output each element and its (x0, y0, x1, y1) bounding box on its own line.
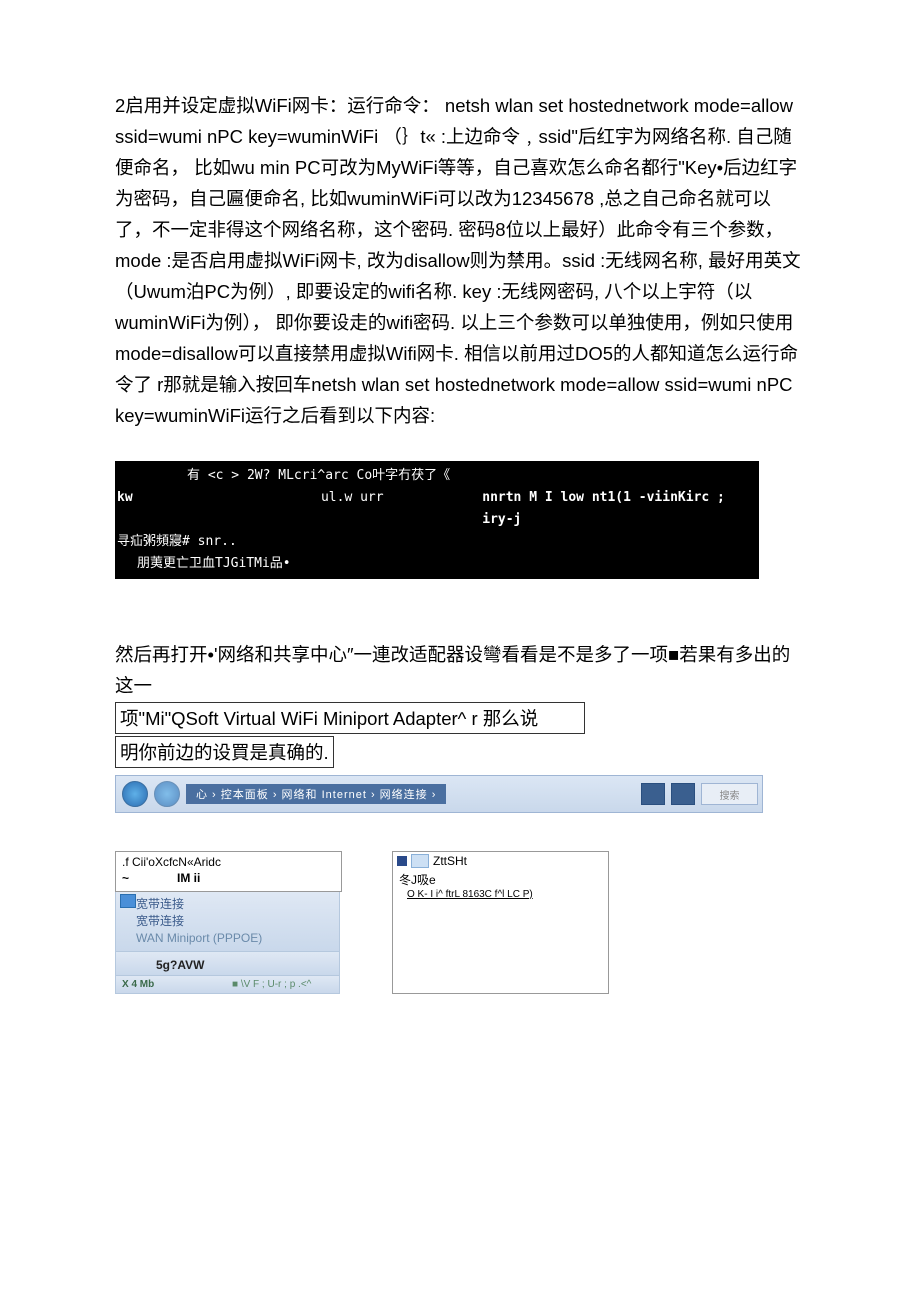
terminal-line-3: 寻疝粥頻寢# snr.. (117, 531, 757, 553)
adapter-broadband[interactable]: 宽带连接 宽带连接 WAN Miniport (PPPOE) (115, 892, 340, 952)
forward-button[interactable] (154, 781, 180, 807)
adapter-icon (411, 854, 429, 868)
adapter-5g-label: 5g?AVW (156, 958, 204, 972)
broadband-line2: 宽带连接 (136, 913, 333, 930)
terminal-col-c: nnrtn M I low nt1(1 -viinKirc ; iry-j (482, 487, 757, 531)
adapter-status-row: X 4 Mb ■ \V F ; U-r ; p .<^ (115, 976, 340, 994)
adapter1-tilde: ~ (122, 871, 177, 885)
back-button[interactable] (122, 781, 148, 807)
adapter1-imii: IM ii (177, 871, 200, 885)
adapter-box-2[interactable]: ZttSHt 冬J吸e O K- I i^ ftrL 8163C f^l LC … (392, 851, 609, 994)
terminal-line-2: kw ul.w urr nnrtn M I low nt1(1 -viinKir… (117, 487, 757, 531)
network-adapters-area: .f Cii'oXcfcN«Aridc ~ IM ii 宽带连接 宽带连接 WA… (115, 851, 755, 994)
adapter2-row3: O K- I i^ ftrL 8163C f^l LC P) (393, 889, 608, 902)
boxed-text-1: 项"Mi"QSoft Virtual WiFi Miniport Adapter… (115, 702, 585, 734)
monitor-icon (120, 894, 136, 908)
terminal-line-4: 朋荑更亡卫血TJGiTMi品• (117, 553, 757, 575)
explorer-address-bar: 心 › 控本面板 › 网络和 Internet › 网络连接 › 搜索 (115, 775, 763, 813)
terminal-output: 有 <c > 2W? MLcri^arc Co叶字冇茯了《 kw ul.w ur… (115, 461, 759, 579)
adapter-box-1[interactable]: .f Cii'oXcfcN«Aridc ~ IM ii (115, 851, 342, 892)
paragraph-2: 然后再打开•'网络和共享中心″一連改适配器设彎看看是不是多了一项■若果有多出的这… (115, 639, 805, 701)
square-icon (397, 856, 407, 866)
terminal-col-a: kw (117, 487, 321, 531)
main-paragraph: 2启用并设定虚拟WiFi网卡：运行命令： netsh wlan set host… (115, 90, 805, 431)
boxed-row-1: 项"Mi"QSoft Virtual WiFi Miniport Adapter… (115, 701, 805, 735)
adapter2-row1: ZttSHt (393, 852, 608, 870)
terminal-line-1: 有 <c > 2W? MLcri^arc Co叶字冇茯了《 (117, 465, 757, 487)
search-box[interactable]: 搜索 (701, 783, 758, 805)
adapter2-title: ZttSHt (433, 854, 467, 868)
adapter1-title: .f Cii'oXcfcN«Aridc (116, 852, 341, 869)
refresh-button[interactable] (671, 783, 695, 805)
broadband-line3: WAN Miniport (PPPOE) (136, 930, 333, 947)
boxed-text-2: 明你前边的设買是真确的. (115, 736, 334, 768)
breadcrumb[interactable]: 心 › 控本面板 › 网络和 Internet › 网络连接 › (186, 784, 446, 804)
document-page: 2启用并设定虚拟WiFi网卡：运行命令： netsh wlan set host… (0, 0, 920, 1094)
adapter-left-column: .f Cii'oXcfcN«Aridc ~ IM ii 宽带连接 宽带连接 WA… (115, 851, 342, 994)
terminal-col-b: ul.w urr (321, 487, 482, 531)
dropdown-button[interactable] (641, 783, 665, 805)
adapter-5g-row[interactable]: 5g?AVW (115, 952, 340, 976)
broadband-line1: 宽带连接 (136, 896, 333, 913)
adapter2-row2: 冬J吸e (393, 870, 608, 889)
adapter1-row2: ~ IM ii (116, 869, 341, 891)
boxed-row-2: 明你前边的设買是真确的. (115, 735, 805, 769)
status-right: ■ \V F ; U-r ; p .<^ (232, 979, 311, 990)
status-left: X 4 Mb (122, 979, 232, 990)
